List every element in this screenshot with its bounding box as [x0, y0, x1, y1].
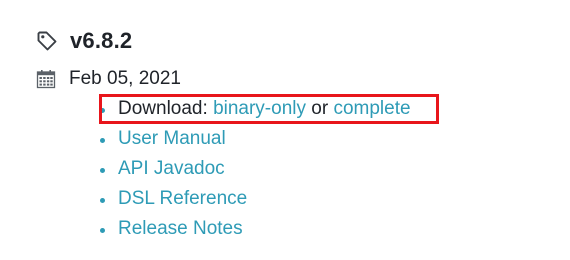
- user-manual-link[interactable]: User Manual: [118, 128, 226, 150]
- or-text: or: [311, 98, 329, 119]
- dsl-reference-link[interactable]: DSL Reference: [118, 188, 247, 210]
- bullet-icon: [100, 197, 105, 203]
- date-row: Feb 05, 2021: [36, 66, 181, 92]
- complete-link[interactable]: complete: [333, 98, 410, 120]
- download-label: Download:: [118, 98, 208, 119]
- binary-only-link[interactable]: binary-only: [213, 98, 306, 120]
- bullet-icon: [100, 167, 105, 173]
- list-item-download: Download: binary-only or complete: [100, 94, 411, 124]
- bullet-icon: [100, 137, 105, 143]
- bullet-icon: [100, 227, 105, 233]
- version-title: v6.8.2: [70, 28, 133, 53]
- release-date: Feb 05, 2021: [69, 68, 181, 89]
- list-item-user-manual: User Manual: [100, 124, 411, 154]
- list-item-release-notes: Release Notes: [100, 214, 411, 244]
- api-javadoc-link[interactable]: API Javadoc: [118, 158, 225, 180]
- version-row: v6.8.2: [36, 24, 132, 58]
- tag-icon: [36, 30, 58, 52]
- list-item-dsl-reference: DSL Reference: [100, 184, 411, 214]
- release-notes-link[interactable]: Release Notes: [118, 218, 243, 240]
- list-item-api-javadoc: API Javadoc: [100, 154, 411, 184]
- calendar-icon: [36, 69, 56, 89]
- release-links-list: Download: binary-only or complete User M…: [100, 94, 411, 244]
- bullet-icon: [100, 107, 105, 113]
- release-entry: v6.8.2 Feb 05, 2021 Download: binary-onl…: [0, 0, 570, 260]
